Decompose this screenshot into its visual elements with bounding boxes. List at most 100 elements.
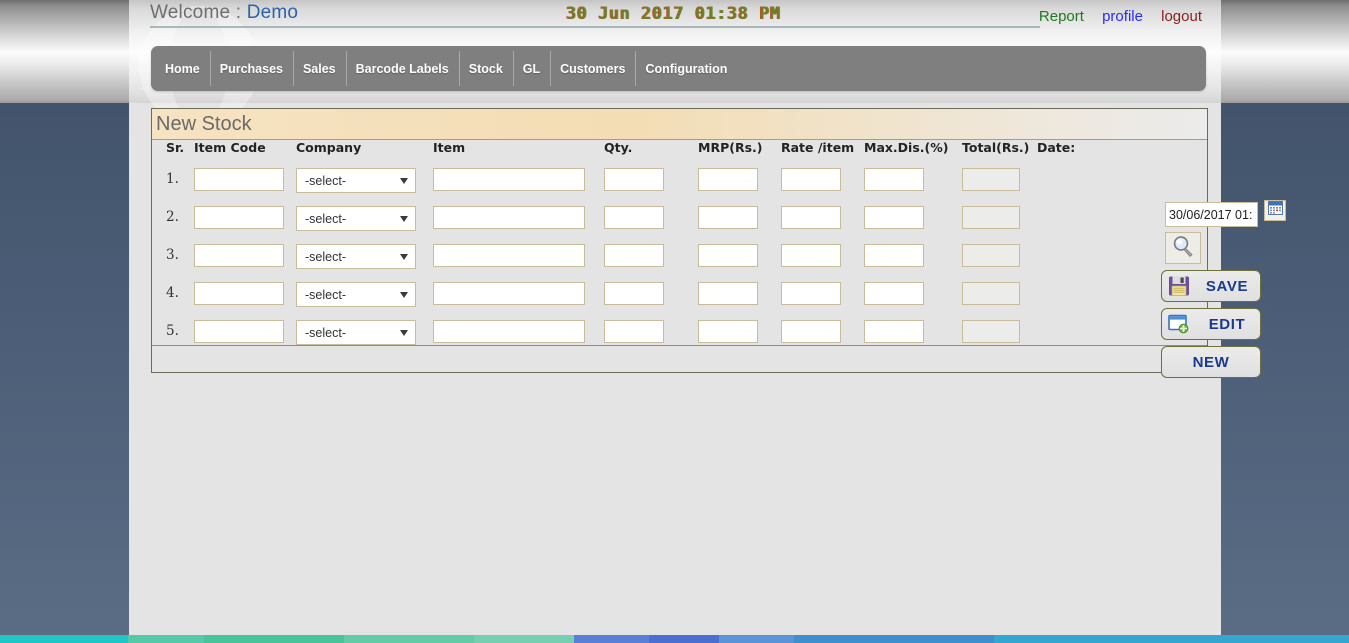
chevron-down-icon [400,291,408,298]
total-output [962,244,1020,267]
company-select-value: -select- [305,325,346,340]
nav-item-stock[interactable]: Stock [458,46,513,91]
taskbar-segment[interactable] [719,635,794,643]
item-input[interactable] [433,320,585,343]
application-page: Welcome : Demo 30 Jun 2017 01:38 PM Repo… [129,0,1286,643]
profile-link[interactable]: profile [1102,8,1143,25]
report-link[interactable]: Report [1039,8,1084,25]
item-input[interactable] [433,282,585,305]
save-button[interactable]: SAVE [1161,270,1261,302]
nav-item-configuration[interactable]: Configuration [635,46,737,91]
new-stock-panel: New Stock Sr. Item Code Company Item Qty… [151,108,1286,378]
rate-input[interactable] [781,244,841,267]
taskbar-segment[interactable] [649,635,719,643]
max-discount-input[interactable] [864,244,924,267]
company-select-value: -select- [305,173,346,188]
welcome-username: Demo [246,2,299,23]
row-serial-number: 5. [166,323,179,339]
company-select[interactable]: -select- [296,206,416,231]
new-button[interactable]: NEW [1161,346,1261,378]
chevron-down-icon [400,215,408,222]
item-input[interactable] [433,244,585,267]
item-code-input[interactable] [194,320,284,343]
qty-input[interactable] [604,168,664,191]
item-code-input[interactable] [194,244,284,267]
total-output [962,282,1020,305]
item-code-input[interactable] [194,168,284,191]
nav-item-sales[interactable]: Sales [292,46,346,91]
col-header-mrp: MRP(Rs.) [698,140,763,155]
taskbar-segment[interactable] [128,635,204,643]
qty-input[interactable] [604,244,664,267]
header-datetime: 30 Jun 2017 01:38 PM [566,4,781,24]
save-button-label: SAVE [1205,277,1249,295]
grid-row: 2. -select- [152,200,1207,238]
welcome-label: Welcome : [150,2,247,23]
nav-item-barcode-labels[interactable]: Barcode Labels [345,46,459,91]
grid-header-row: Sr. Item Code Company Item Qty. MRP(Rs.)… [152,140,1207,162]
nav-item-home[interactable]: Home [151,46,210,91]
nav-item-purchases[interactable]: Purchases [209,46,293,91]
taskbar-segment[interactable] [474,635,574,643]
company-select[interactable]: -select- [296,168,416,193]
header-links: Report profile logout [1025,8,1202,25]
total-output [962,320,1020,343]
max-discount-input[interactable] [864,320,924,343]
calendar-picker-button[interactable] [1264,200,1286,221]
taskbar-segment[interactable] [344,635,474,643]
os-taskbar[interactable] [0,635,1349,643]
taskbar-segment[interactable] [0,635,128,643]
floppy-disk-icon [1168,275,1194,297]
mrp-input[interactable] [698,168,758,191]
item-input[interactable] [433,206,585,229]
item-code-input[interactable] [194,206,284,229]
taskbar-segment[interactable] [204,635,344,643]
rate-input[interactable] [781,206,841,229]
nav-item-customers[interactable]: Customers [550,46,635,91]
new-button-label: NEW [1192,353,1230,371]
grid-row: 3. -select- [152,238,1207,276]
item-input[interactable] [433,168,585,191]
logout-link[interactable]: logout [1161,8,1202,25]
rate-input[interactable] [781,282,841,305]
qty-input[interactable] [604,320,664,343]
calendar-icon [1267,201,1283,220]
col-header-maxdis: Max.Dis.(%) [864,140,949,155]
mrp-input[interactable] [698,320,758,343]
max-discount-input[interactable] [864,168,924,191]
qty-input[interactable] [604,206,664,229]
row-serial-number: 3. [166,247,179,263]
chevron-down-icon [400,329,408,336]
nav-item-gl[interactable]: GL [512,46,550,91]
taskbar-segment[interactable] [994,635,1349,643]
desktop-wallpaper-left [0,103,129,643]
col-header-qty: Qty. [604,140,633,155]
edit-button[interactable]: EDIT [1161,308,1261,340]
rate-input[interactable] [781,168,841,191]
col-header-date: Date: [1037,140,1076,155]
max-discount-input[interactable] [864,282,924,305]
max-discount-input[interactable] [864,206,924,229]
search-button[interactable] [1165,232,1201,264]
mrp-input[interactable] [698,206,758,229]
col-header-item: Item [433,140,466,155]
mrp-input[interactable] [698,282,758,305]
qty-input[interactable] [604,282,664,305]
mrp-input[interactable] [698,244,758,267]
company-select-value: -select- [305,287,346,302]
item-code-input[interactable] [194,282,284,305]
date-input[interactable] [1165,202,1258,227]
company-select[interactable]: -select- [296,320,416,345]
main-navigation-bar: Home Purchases Sales Barcode Labels Stoc… [151,46,1206,91]
rate-input[interactable] [781,320,841,343]
stock-entry-grid: Sr. Item Code Company Item Qty. MRP(Rs.)… [152,140,1286,378]
company-select[interactable]: -select- [296,282,416,307]
company-select-value: -select- [305,249,346,264]
taskbar-segment[interactable] [574,635,649,643]
row-serial-number: 1. [166,171,179,187]
company-select[interactable]: -select- [296,244,416,269]
desktop-chrome-right-top [1221,0,1349,103]
col-header-sr: Sr. [166,140,185,155]
col-header-company: Company [296,140,362,155]
taskbar-segment[interactable] [794,635,994,643]
